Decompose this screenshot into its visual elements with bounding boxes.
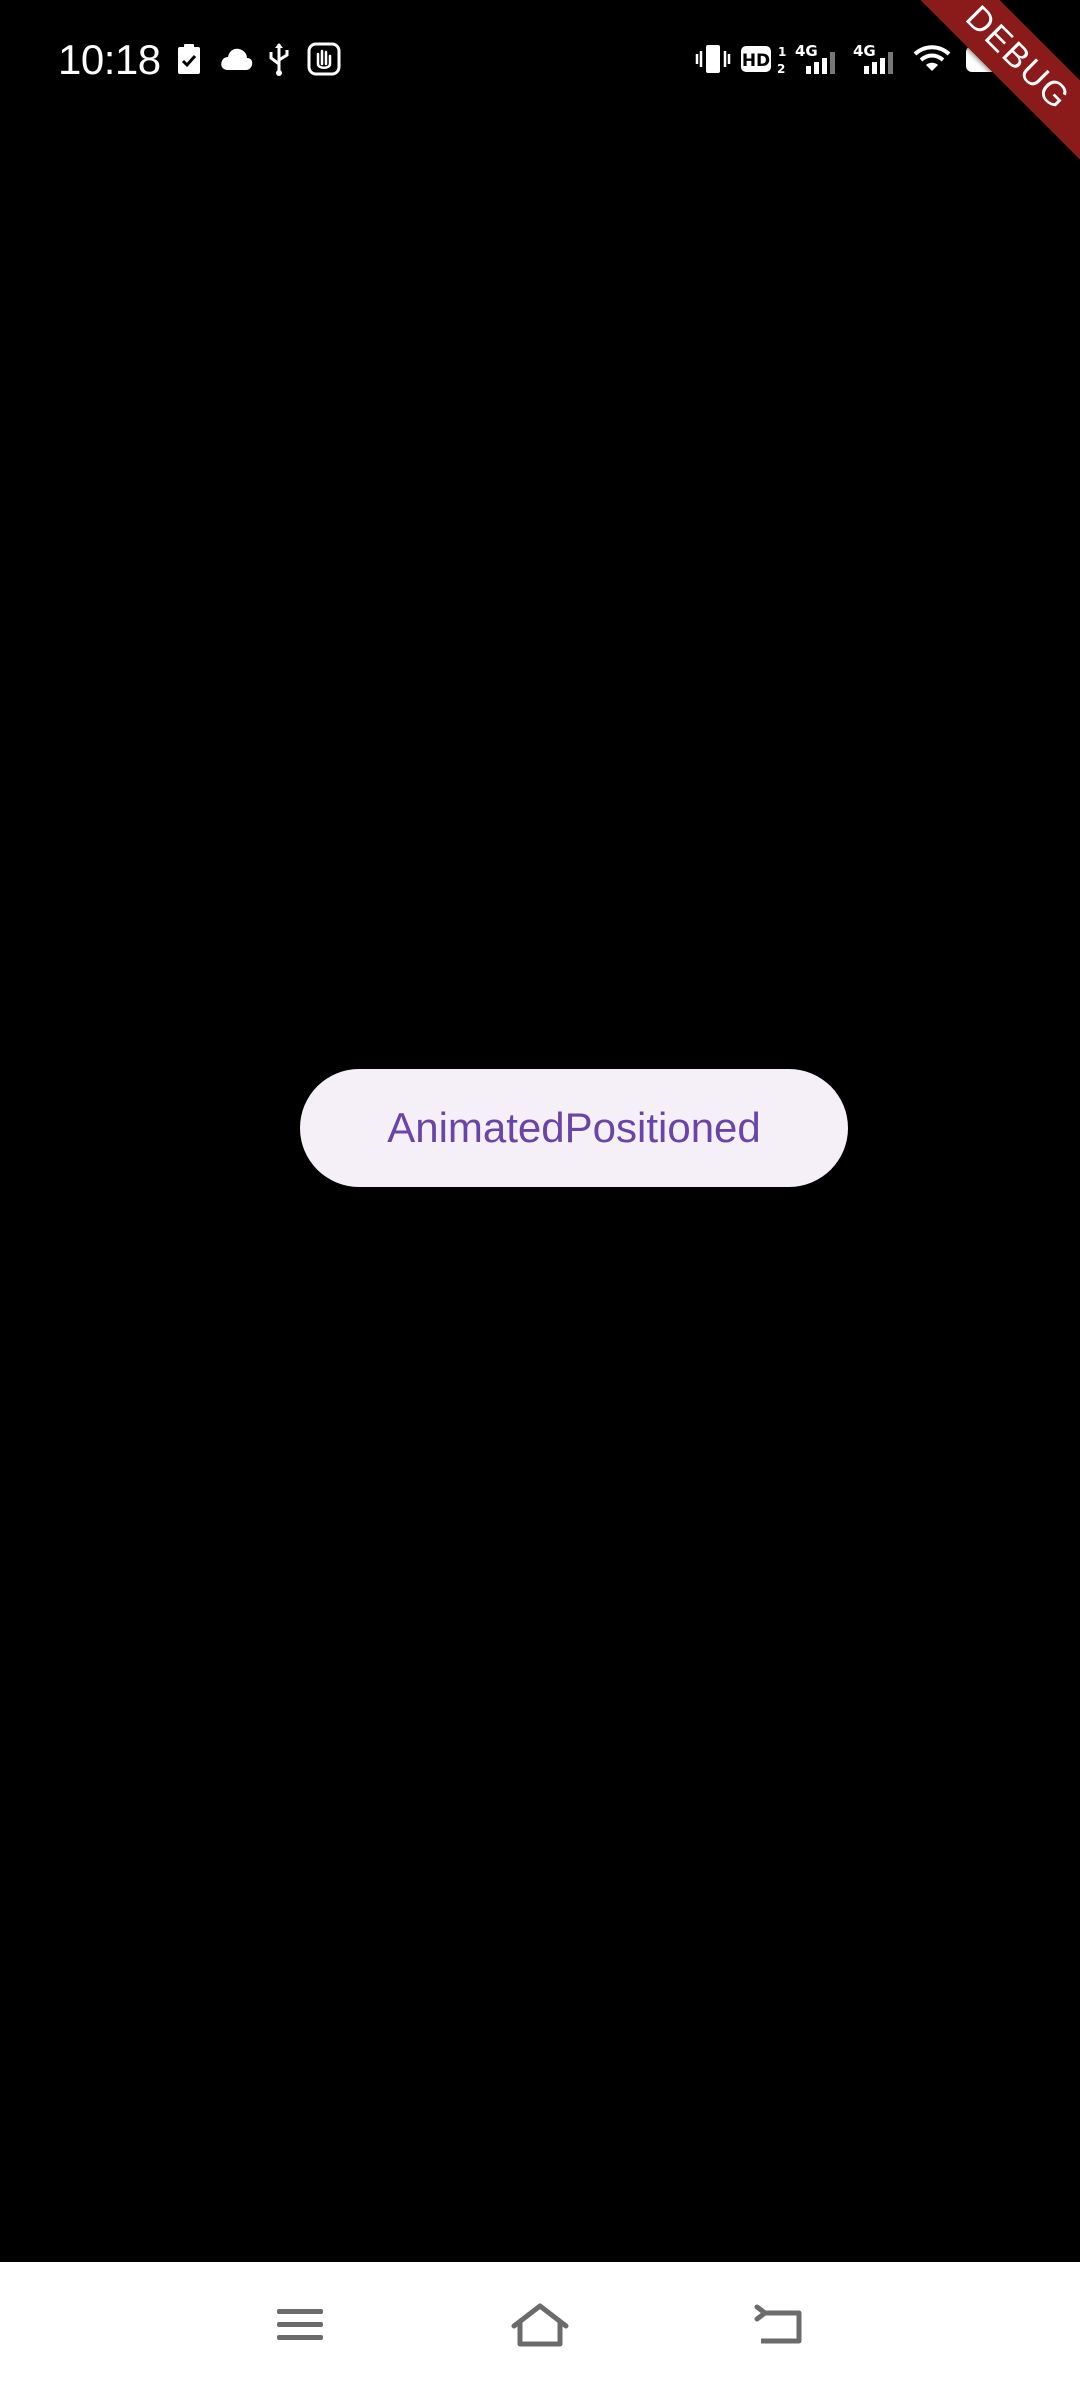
signal-4g-icon: 4G bbox=[794, 40, 842, 78]
app-screen: 10:18 HD 1 2 4G 4G DEBUG AnimatedPositio… bbox=[0, 0, 1080, 2388]
svg-text:4G: 4G bbox=[795, 42, 818, 60]
wifi-icon bbox=[912, 40, 952, 78]
status-bar: 10:18 HD 1 2 4G 4G bbox=[0, 0, 1080, 120]
hd-icon: HD 1 2 bbox=[740, 40, 786, 78]
task-check-icon bbox=[176, 40, 202, 78]
menu-icon[interactable] bbox=[255, 2280, 345, 2370]
cloud-icon bbox=[218, 40, 254, 78]
hand-icon bbox=[306, 40, 342, 78]
back-icon[interactable] bbox=[735, 2280, 825, 2370]
svg-text:HD: HD bbox=[742, 51, 770, 71]
signal-4g-icon: 4G bbox=[852, 40, 900, 78]
home-icon[interactable] bbox=[495, 2280, 585, 2370]
usb-icon bbox=[266, 40, 292, 78]
svg-text:4G: 4G bbox=[853, 42, 876, 60]
status-time: 10:18 bbox=[58, 36, 161, 83]
navigation-bar bbox=[0, 2262, 1080, 2388]
vibrate-icon bbox=[694, 40, 732, 78]
animated-positioned-button[interactable]: AnimatedPositioned bbox=[300, 1069, 848, 1187]
svg-text:1: 1 bbox=[778, 45, 786, 59]
svg-text:2: 2 bbox=[777, 62, 785, 75]
